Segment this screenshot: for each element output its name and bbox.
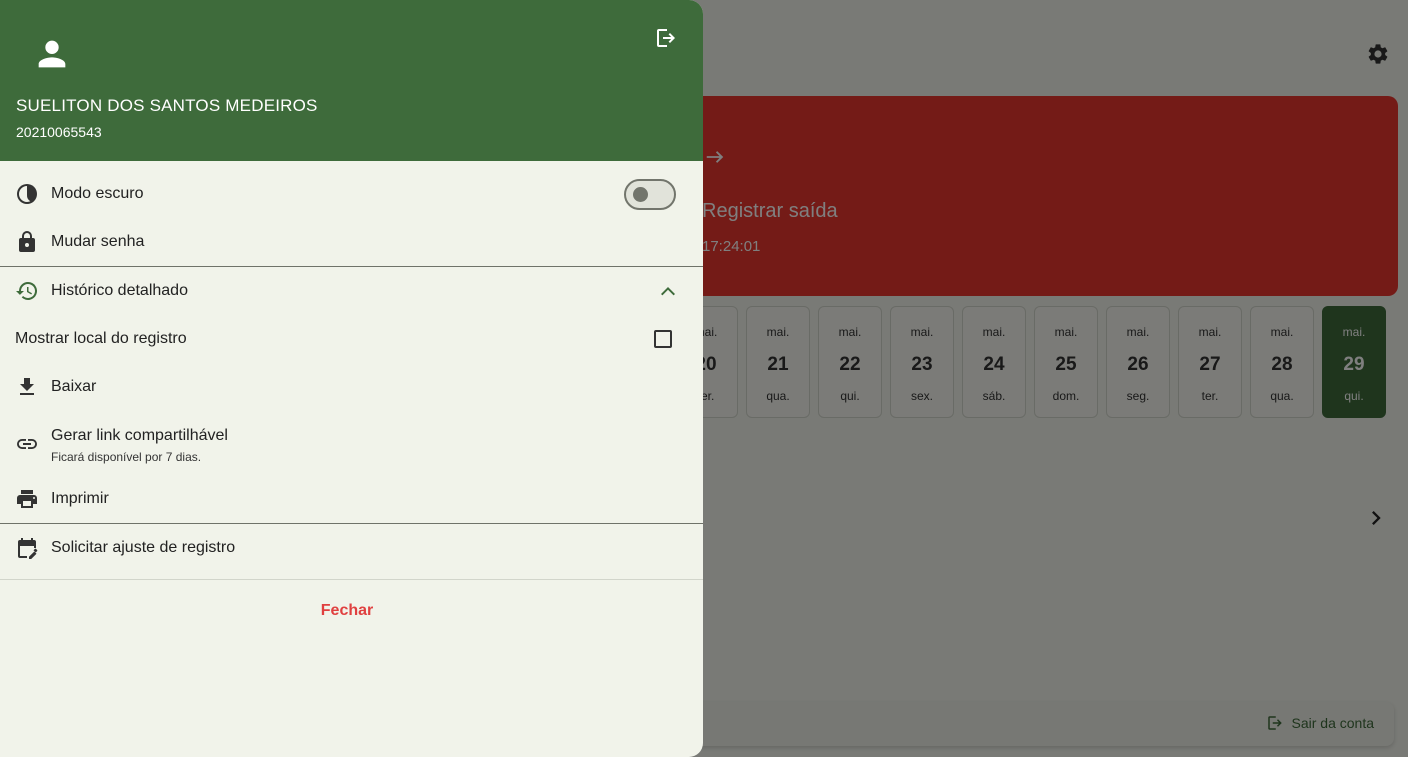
show-location-label: Mostrar local do registro [15,330,187,347]
show-location-checkbox[interactable] [654,330,672,348]
dark-mode-icon [17,184,37,204]
change-password-row[interactable]: Mudar senha [0,230,703,254]
close-button[interactable]: Fechar [0,602,694,620]
download-row[interactable]: Baixar [0,375,703,399]
show-location-row[interactable]: Mostrar local do registro [0,328,703,350]
toggle-knob [633,187,648,202]
divider [0,523,703,524]
dark-mode-row[interactable]: Modo escuro [0,182,703,206]
share-link-label: Gerar link compartilhável [51,427,228,444]
request-adjust-row[interactable]: Solicitar ajuste de registro [0,536,703,560]
divider [0,579,703,580]
user-id: 20210065543 [16,124,102,140]
chevron-up-icon[interactable] [656,282,680,300]
drawer-header: SUELITON DOS SANTOS MEDEIROS 20210065543 [0,0,703,161]
lock-icon [19,231,35,252]
request-adjust-label: Solicitar ajuste de registro [51,539,236,556]
print-label: Imprimir [51,490,109,507]
history-icon [16,281,38,300]
side-drawer: SUELITON DOS SANTOS MEDEIROS 20210065543… [0,0,703,757]
calendar-edit-icon [18,538,38,559]
share-link-row[interactable]: Gerar link compartilhável [0,424,703,449]
print-icon [17,490,37,508]
user-name: SUELITON DOS SANTOS MEDEIROS [16,96,318,115]
download-icon [20,378,34,395]
user-avatar-icon [38,40,66,68]
history-label: Histórico detalhado [51,282,188,299]
change-password-label: Mudar senha [51,233,145,250]
download-label: Baixar [51,378,97,395]
divider [0,266,703,267]
dark-mode-toggle[interactable] [624,179,676,210]
history-expander[interactable]: Histórico detalhado [0,279,703,303]
share-link-subtitle: Ficará disponível por 7 dias. [51,450,202,464]
link-icon [17,439,37,449]
logout-icon[interactable] [654,26,678,50]
dark-mode-label: Modo escuro [51,185,144,202]
print-row[interactable]: Imprimir [0,487,703,511]
